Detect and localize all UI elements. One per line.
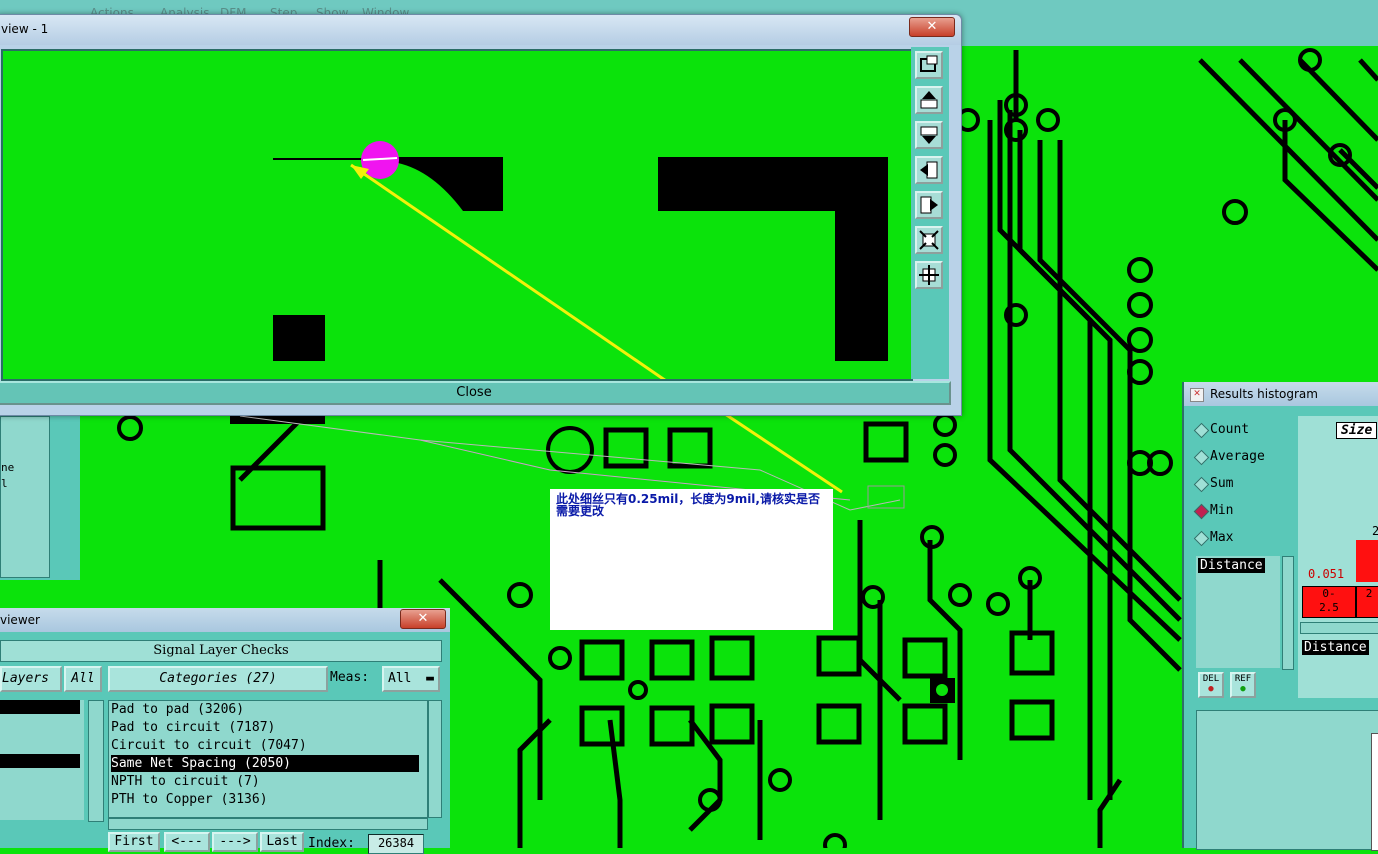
all-layers-button[interactable]: All: [64, 666, 102, 692]
app-icon: ✕: [1190, 388, 1204, 402]
list-item[interactable]: NPTH to circuit (7): [111, 773, 260, 790]
categories-scrollbar[interactable]: [428, 700, 442, 818]
categories-hscrollbar[interactable]: [108, 818, 428, 830]
bar-value: 0.051: [1308, 567, 1345, 581]
preview-titlebar[interactable]: view - 1 ✕: [0, 15, 961, 45]
list-item[interactable]: l: [1, 477, 8, 490]
left-layer-panel: ne l: [0, 412, 80, 580]
close-icon[interactable]: ✕: [400, 609, 446, 629]
list-item[interactable]: ne: [1, 461, 14, 474]
bin-label[interactable]: 2: [1356, 586, 1378, 618]
measure-scrollbar[interactable]: [1282, 556, 1294, 670]
histogram-bar[interactable]: [1356, 540, 1378, 582]
pan-left-icon[interactable]: [915, 156, 943, 184]
del-button[interactable]: DEL ●: [1198, 672, 1224, 698]
zoom-home-icon[interactable]: [915, 261, 943, 289]
measure-list[interactable]: Distance: [1196, 556, 1280, 668]
window-title: viewer: [0, 613, 40, 627]
close-icon[interactable]: ✕: [909, 17, 955, 37]
preview-toolbar: [911, 47, 949, 379]
pan-right-icon[interactable]: [915, 191, 943, 219]
plot-hscrollbar[interactable]: [1300, 622, 1378, 634]
window-fit-icon[interactable]: [915, 51, 943, 79]
histogram-plot[interactable]: Size 2 0.051 0- 2.5 2 Distance: [1298, 416, 1378, 698]
first-button[interactable]: First: [108, 832, 160, 852]
annotation-note[interactable]: 此处细丝只有0.25mil，长度为9mil,请核实是否需要更改: [550, 489, 833, 630]
window-title: view - 1: [1, 22, 49, 36]
index-label: Index:: [308, 836, 355, 851]
average-radio[interactable]: Average: [1193, 447, 1265, 467]
ref-button[interactable]: REF ●: [1230, 672, 1256, 698]
list-item-selected[interactable]: Same Net Spacing (2050): [111, 755, 419, 772]
meas-dropdown[interactable]: All ▬: [382, 666, 440, 692]
close-button[interactable]: Close: [0, 381, 951, 405]
viewer-titlebar[interactable]: viewer ✕: [0, 608, 450, 632]
bin-label[interactable]: 0- 2.5: [1302, 586, 1356, 618]
window-title: Results histogram: [1210, 387, 1318, 401]
list-item[interactable]: Pad to pad (3206): [111, 701, 244, 718]
preview-canvas[interactable]: [1, 49, 913, 381]
bar-top-label: 2: [1372, 524, 1378, 538]
meas-value: All: [388, 671, 412, 686]
results-viewer-window: viewer ✕ Signal Layer Checks Layers All …: [0, 608, 450, 854]
categories-list[interactable]: Pad to pad (3206) Pad to circuit (7187) …: [108, 700, 428, 818]
layer-up-icon[interactable]: [915, 86, 943, 114]
index-field[interactable]: 26384: [368, 834, 424, 854]
layer-down-icon[interactable]: [915, 121, 943, 149]
list-item[interactable]: PTH to Copper (3136): [111, 791, 268, 808]
layers-scrollbar[interactable]: [88, 700, 104, 822]
dropdown-icon: ▬: [426, 671, 434, 686]
histogram-detail-pane: [1196, 710, 1378, 851]
count-radio[interactable]: Count: [1193, 420, 1249, 440]
preview-window: view - 1 ✕ Close: [0, 14, 962, 416]
list-item[interactable]: Pad to circuit (7187): [111, 719, 275, 736]
section-header: Signal Layer Checks: [0, 640, 442, 662]
next-button[interactable]: --->: [212, 832, 258, 852]
prev-button[interactable]: <---: [164, 832, 210, 852]
histogram-titlebar[interactable]: ✕ Results histogram: [1184, 382, 1378, 406]
results-histogram-window: ✕ Results histogram Count Average Sum Mi…: [1182, 382, 1378, 851]
list-item[interactable]: Circuit to circuit (7047): [111, 737, 307, 754]
min-radio[interactable]: Min: [1193, 501, 1233, 521]
max-radio[interactable]: Max: [1193, 528, 1233, 548]
stat-radio-group: Count Average Sum Min Max: [1192, 416, 1296, 548]
layers-button[interactable]: Layers: [0, 666, 62, 692]
list-item-selected[interactable]: Distance: [1198, 558, 1265, 573]
meas-label: Meas:: [330, 670, 370, 685]
size-label: Size: [1336, 422, 1378, 439]
categories-button[interactable]: Categories (27): [108, 666, 328, 692]
layers-list[interactable]: [0, 700, 84, 820]
note-text: 此处细丝只有0.25mil，长度为9mil,请核实是否需要更改: [556, 492, 820, 518]
sum-radio[interactable]: Sum: [1193, 474, 1233, 494]
zoom-fit-icon[interactable]: [915, 226, 943, 254]
last-button[interactable]: Last: [260, 832, 304, 852]
distance-label: Distance: [1302, 640, 1369, 655]
